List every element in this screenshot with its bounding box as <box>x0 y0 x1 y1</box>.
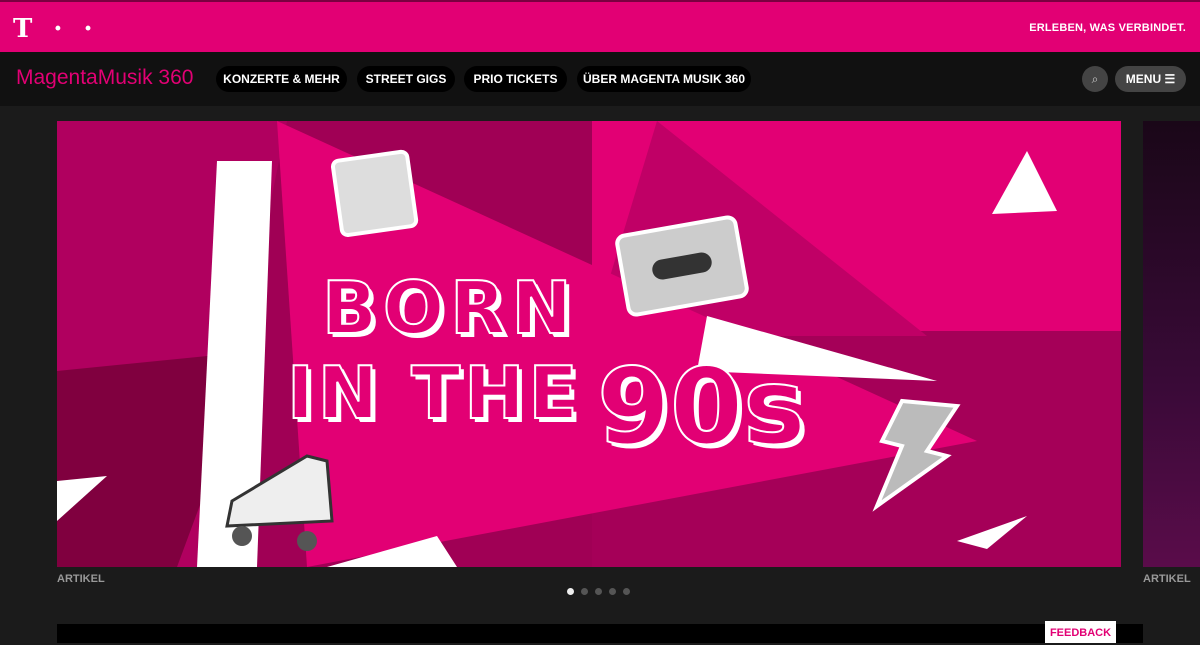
carousel-dot-3[interactable] <box>595 588 602 595</box>
content-section <box>57 624 1143 643</box>
carousel-dot-2[interactable] <box>581 588 588 595</box>
carousel-dot-5[interactable] <box>623 588 630 595</box>
brand-logo[interactable]: MagentaMusik 360 <box>16 66 193 90</box>
carousel-dot-4[interactable] <box>609 588 616 595</box>
nav-prio-tickets[interactable]: PRIO TICKETS <box>464 66 567 92</box>
nav-ueber[interactable]: ÜBER MAGENTA MUSIK 360 <box>577 66 751 92</box>
search-icon[interactable]: ⌕ <box>1082 66 1108 92</box>
next-slide-preview[interactable] <box>1143 121 1200 567</box>
feedback-button[interactable]: FEEDBACK <box>1045 621 1116 643</box>
carousel-dots <box>567 588 630 595</box>
slide-artwork <box>57 121 1121 567</box>
cube-sticker <box>330 149 419 238</box>
main-nav: MagentaMusik 360 KONZERTE & MEHR STREET … <box>0 52 1200 106</box>
nav-street-gigs[interactable]: STREET GIGS <box>357 66 455 92</box>
next-slide-category-label: ARTIKEL <box>1143 573 1191 585</box>
telekom-logo[interactable]: T · · <box>13 14 99 44</box>
menu-button[interactable]: MENU ☰ <box>1115 66 1186 92</box>
nav-konzerte[interactable]: KONZERTE & MEHR <box>216 66 347 92</box>
carousel-slide[interactable] <box>57 121 1121 567</box>
slogan: ERLEBEN, WAS VERBINDET. <box>1029 22 1186 34</box>
slide-category-label: ARTIKEL <box>57 573 105 585</box>
brand-part-2: Musik 360 <box>97 66 194 89</box>
brand-part-1: Magenta <box>16 66 98 89</box>
carousel-dot-1[interactable] <box>567 588 574 595</box>
top-bar: T · · ERLEBEN, WAS VERBINDET. <box>0 0 1200 52</box>
